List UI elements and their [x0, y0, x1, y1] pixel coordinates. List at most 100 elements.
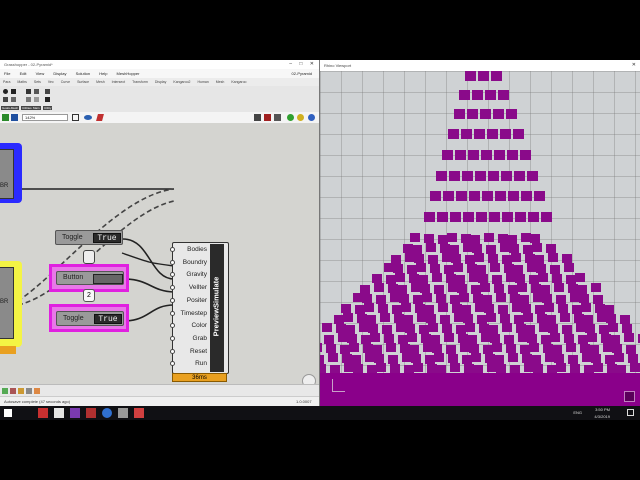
menu-edit[interactable]: Edit	[20, 71, 27, 76]
tab-mesh2[interactable]: Mesh	[216, 80, 225, 84]
preview-mesh-icon[interactable]	[297, 114, 304, 121]
zoom-field[interactable]: 142%	[22, 114, 68, 121]
bottom-icon-3[interactable]	[18, 388, 24, 394]
tab-sets[interactable]: Sets	[34, 80, 41, 84]
window-controls[interactable]: – □ ✕	[289, 60, 317, 69]
taskbar-rhino-icon[interactable]	[118, 408, 128, 418]
tab-mesh[interactable]: Mesh	[96, 80, 105, 84]
toggle-2-selected[interactable]: Toggle True	[49, 304, 129, 332]
toggle-2-value[interactable]: True	[94, 314, 122, 324]
language-indicator[interactable]: ENG	[573, 409, 582, 416]
taskbar-browser-icon[interactable]	[102, 408, 112, 418]
tab-transform[interactable]: Transform	[132, 80, 148, 84]
brick	[474, 253, 484, 262]
preview-wire-icon[interactable]	[264, 114, 271, 121]
bouncy-solver-icon[interactable]	[26, 89, 31, 94]
brick	[407, 333, 417, 342]
brick	[532, 243, 542, 252]
document-settings-icon[interactable]	[308, 114, 315, 121]
taskbar-app-1-icon[interactable]	[38, 408, 48, 418]
sketch-pen-icon[interactable]	[96, 114, 104, 121]
tab-params[interactable]: Para	[3, 80, 10, 84]
input-grip-reset[interactable]	[170, 348, 175, 354]
brick	[475, 171, 486, 181]
button-component-selected[interactable]: Button	[49, 264, 129, 292]
tab-curve[interactable]: Curve	[61, 80, 70, 84]
notification-icon[interactable]	[627, 409, 634, 416]
brick	[426, 314, 436, 323]
brick	[478, 71, 489, 81]
left-component-yellow[interactable]: BR	[0, 261, 22, 347]
brick	[552, 274, 562, 283]
menu-display[interactable]: Display	[53, 71, 66, 76]
menu-help[interactable]: Help	[99, 71, 107, 76]
menu-meshhopper[interactable]: MeshHopper	[117, 71, 140, 76]
preview-selected-icon[interactable]	[287, 114, 294, 121]
eye-preview-icon[interactable]	[84, 115, 92, 120]
bottom-icon-1[interactable]	[2, 388, 8, 394]
input-grip-timestep[interactable]	[170, 310, 175, 316]
save-file-icon[interactable]	[11, 114, 18, 121]
tab-intersect[interactable]: Intersect	[112, 80, 125, 84]
preview-simulate-component[interactable]: Bodies Boundry Gravity Vellter Positer Timest…	[170, 242, 229, 374]
tab-kangaroo[interactable]: Kangaroo	[231, 80, 246, 84]
clock[interactable]: 3:50 PM 4/3/2019	[584, 406, 610, 420]
utility-2-icon[interactable]	[45, 97, 50, 102]
viewport-corner-icon[interactable]	[624, 391, 635, 402]
input-grip-grab[interactable]	[170, 335, 175, 341]
button-press[interactable]	[93, 274, 123, 284]
rhino-close-icon[interactable]: ✕	[632, 60, 636, 71]
show-icon[interactable]	[34, 97, 39, 102]
bottom-icon-2[interactable]	[10, 388, 16, 394]
input-grip-bodies[interactable]	[170, 247, 175, 252]
mesh-goal-icon[interactable]	[11, 89, 16, 94]
tab-maths[interactable]: Maths	[17, 80, 27, 84]
preview-shaded-icon[interactable]	[274, 114, 281, 121]
rhino-viewport[interactable]	[320, 71, 640, 406]
brick	[502, 212, 513, 222]
ribbon-group-goals-mesh: Goals-Mesh	[1, 106, 20, 110]
taskbar-app-7-icon[interactable]	[134, 408, 144, 418]
brick	[388, 355, 398, 364]
solver-icon[interactable]	[34, 89, 39, 94]
windows-start-icon[interactable]	[4, 409, 12, 417]
bottom-icon-4[interactable]	[26, 388, 32, 394]
ground-plane	[320, 373, 640, 406]
taskbar-app-4-icon[interactable]	[86, 408, 96, 418]
taskbar-visual-studio-icon[interactable]	[70, 408, 80, 418]
toggle-1[interactable]: Toggle True	[55, 230, 123, 245]
tab-human[interactable]: Human	[197, 80, 208, 84]
brick	[393, 264, 403, 273]
input-grip-positer[interactable]	[170, 297, 175, 303]
brick	[593, 363, 603, 372]
brick	[432, 344, 442, 353]
relay-icon[interactable]	[83, 250, 95, 264]
tab-display[interactable]: Display	[155, 80, 166, 84]
brick	[434, 285, 444, 294]
tab-vector[interactable]: Vec	[48, 80, 54, 84]
zombie-solver-icon[interactable]	[26, 97, 31, 102]
brick	[434, 353, 444, 362]
menu-solution[interactable]: Solution	[76, 71, 90, 76]
taskbar-app-2-icon[interactable]	[54, 408, 64, 418]
left-component-blue[interactable]: BR	[0, 143, 22, 203]
bottom-icon-5[interactable]	[34, 388, 40, 394]
brick	[624, 333, 634, 342]
utility-icon[interactable]	[45, 89, 50, 94]
tab-kangaroo2[interactable]: Kangaroo2	[173, 80, 190, 84]
load-goal-icon[interactable]	[11, 97, 16, 102]
gh-canvas[interactable]: BR BR Toggle True Button 2 Toggle True B…	[0, 123, 319, 388]
menu-view[interactable]: View	[36, 71, 45, 76]
grab-goal-icon[interactable]	[3, 97, 8, 102]
anchor-goal-icon[interactable]	[3, 89, 8, 94]
toggle-1-value[interactable]: True	[93, 233, 121, 243]
tab-surface[interactable]: Surface	[77, 80, 89, 84]
brick	[564, 334, 574, 343]
open-file-icon[interactable]	[2, 114, 9, 121]
preview-off-icon[interactable]	[254, 114, 261, 121]
brick	[451, 254, 461, 263]
menu-file[interactable]: File	[4, 71, 10, 76]
brick	[463, 212, 474, 222]
zoom-extents-icon[interactable]	[72, 114, 79, 121]
input-grip-boundry[interactable]	[170, 259, 175, 265]
